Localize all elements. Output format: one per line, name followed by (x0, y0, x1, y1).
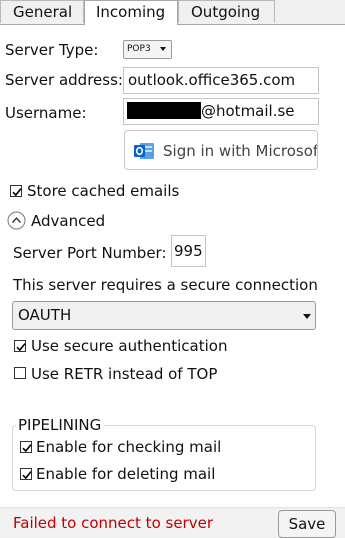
retr-checkbox[interactable] (14, 367, 26, 379)
status-message: Failed to connect to server (13, 514, 213, 532)
chevron-down-icon (303, 314, 311, 319)
username-value: @hotmail.se (201, 102, 295, 120)
tab-strip: General Incoming Outgoing (0, 0, 345, 25)
status-bar: Failed to connect to server Save (0, 507, 345, 538)
secure-auth-checkbox[interactable] (14, 340, 26, 352)
secure-auth-label: Use secure authentication (31, 337, 228, 355)
secure-connection-value: OAUTH (18, 306, 72, 324)
server-type-label: Server Type: (5, 41, 99, 59)
tab-outgoing-label: Outgoing (191, 3, 261, 21)
sign-in-label: Sign in with Microsoft (163, 142, 318, 160)
server-port-input[interactable]: 995 (171, 235, 206, 267)
tab-incoming[interactable]: Incoming (84, 0, 178, 25)
outlook-icon (133, 141, 155, 161)
store-cached-label: Store cached emails (27, 182, 180, 200)
checkmark-icon (22, 444, 32, 453)
server-address-input[interactable]: outlook.office365.com (123, 67, 319, 94)
tab-general[interactable]: General (0, 0, 84, 23)
server-port-value: 995 (174, 242, 203, 260)
pipelining-title: PIPELINING (16, 416, 105, 434)
tab-incoming-label: Incoming (96, 3, 166, 21)
tab-general-label: General (13, 3, 73, 21)
pipelining-deleting-checkbox[interactable] (20, 468, 32, 480)
pipelining-checking-checkbox[interactable] (20, 441, 32, 453)
retr-label: Use RETR instead of TOP (31, 365, 218, 383)
tab-outgoing[interactable]: Outgoing (178, 0, 275, 23)
checkmark-icon (22, 471, 32, 480)
server-address-value: outlook.office365.com (128, 71, 296, 89)
redacted-block (127, 102, 201, 119)
username-label: Username: (5, 104, 87, 122)
save-button[interactable]: Save (278, 510, 336, 538)
collapse-chevron-icon[interactable] (7, 211, 26, 230)
secure-connection-label: This server requires a secure connection (13, 276, 318, 294)
pipelining-deleting-label: Enable for deleting mail (36, 465, 216, 483)
sign-in-microsoft-button[interactable]: Sign in with Microsoft (124, 130, 318, 170)
save-button-label: Save (288, 515, 326, 533)
checkmark-icon (12, 188, 22, 197)
server-port-label: Server Port Number: (13, 244, 167, 262)
chevron-down-icon (160, 47, 166, 51)
incoming-panel: Server Type: POP3 Server address: outloo… (0, 24, 345, 538)
advanced-label[interactable]: Advanced (31, 212, 105, 230)
checkmark-icon (16, 343, 26, 352)
pipelining-checking-label: Enable for checking mail (36, 438, 222, 456)
store-cached-checkbox[interactable] (10, 185, 22, 197)
server-address-label: Server address: (5, 71, 123, 89)
secure-connection-select[interactable]: OAUTH (12, 301, 316, 330)
server-type-select[interactable]: POP3 (123, 40, 172, 59)
server-type-value: POP3 (127, 44, 151, 54)
username-input[interactable]: @hotmail.se (123, 98, 319, 125)
